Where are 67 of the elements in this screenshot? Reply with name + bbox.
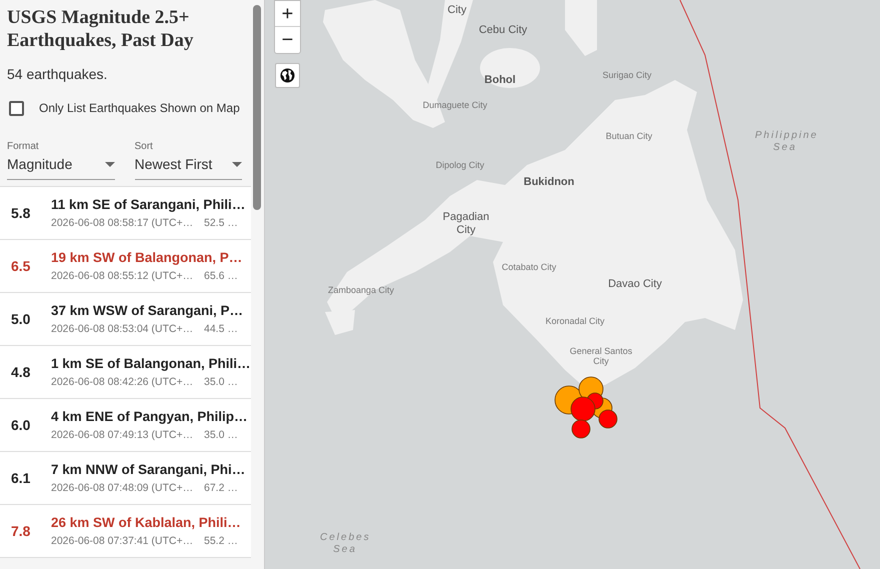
earthquake-row[interactable]: 5.8 11 km SE of Sarangani, Phili… 2026-06-08 08:58:17 (UTC+… 52.5 … [0,187,251,240]
map-label: Koronadal City [545,316,605,326]
earthquake-row[interactable]: 4.8 1 km SE of Balangonan, Phili… 2026-06-08 08:42:26 (UTC+… 35.0 … [0,346,251,399]
map-label: Zamboanga City [326,285,396,296]
map-label: Dipolog City [434,160,486,170]
map-label: Pagadian City [442,211,490,236]
depth-value: 67.2 … [204,480,238,496]
filter-checkbox[interactable] [9,100,24,116]
place-name: 37 km WSW of Sarangani, P… [51,302,244,320]
map-label: General Santos City [568,346,634,367]
magnitude-value: 4.8 [10,362,32,382]
earthquake-row[interactable]: 5.0 37 km WSW of Sarangani, P… 2026-06-08 08:53:04 (UTC+… 44.5 … [0,293,251,346]
place-name: 1 km SE of Balangonan, Phili… [51,354,251,373]
map-label: Surigao City [601,70,653,80]
magnitude-value: 6.0 [10,416,32,434]
map-label: Cebu City [478,24,528,37]
earthquake-row[interactable]: 6.0 4 km ENE of Pangyan, Philip… 2026-06-08 07:49:13 (UTC+… 35.0 … [0,399,251,452]
event-time: 2026-06-08 08:58:17 (UTC+… [51,216,194,231]
magnitude-value: 6.5 [10,256,32,276]
event-time: 2026-06-08 08:55:12 (UTC+… [51,268,194,284]
depth-value: 44.5 … [204,322,238,337]
earthquake-marker[interactable] [572,420,590,438]
event-time: 2026-06-08 08:42:26 (UTC+… [51,374,194,390]
depth-value: 65.6 … [204,268,238,284]
zoom-out-button[interactable]: − [275,27,300,53]
place-name: 7 km NNW of Sarangani, Phi… [51,460,246,479]
map-label: City [446,4,468,17]
earthquake-marker[interactable] [570,396,596,422]
map-label: Celebes Sea [320,532,370,555]
place-name: 26 km SW of Kablalan, Phili… [51,514,241,532]
map-label: Butuan City [604,131,654,142]
select-field[interactable]: Sort Newest First [134,139,242,180]
earthquake-row[interactable]: 6.5 19 km SW of Balangonan, P… 2026-06-08 08:55:12 (UTC+… 65.6 … [0,240,251,293]
dropdown-caret-icon [232,162,242,167]
globe-icon [280,68,295,83]
event-time: 2026-06-08 07:48:09 (UTC+… [51,480,194,496]
zoom-in-button[interactable]: + [275,1,300,27]
map-label: Philippine Sea [755,130,815,153]
depth-value: 52.5 … [204,216,238,231]
place-name: 11 km SE of Sarangani, Phili… [51,196,246,214]
filter-label[interactable]: Only List Earthquakes Shown on Map [39,99,240,117]
magnitude-value: 6.1 [10,468,32,488]
earthquake-row[interactable]: 7.8 26 km SW of Kablalan, Phili… 2026-06-08 07:37:41 (UTC+… 55.2 … [0,505,251,558]
place-name: 4 km ENE of Pangyan, Philip… [51,408,248,426]
event-time: 2026-06-08 07:49:13 (UTC+… [51,428,194,443]
earthquake-count: 54 earthquakes. [7,65,108,84]
map-label: Cotabato City [500,262,558,272]
event-time: 2026-06-08 07:37:41 (UTC+… [51,534,194,549]
globe-button[interactable] [275,63,300,88]
dropdown-caret-icon [104,162,114,167]
magnitude-value: 5.0 [10,310,32,328]
map-label: Davao City [607,278,663,291]
page-title: USGS Magnitude 2.5+ Earthquakes, Past Day [7,6,194,52]
select-field[interactable]: Format Magnitude [7,139,114,180]
depth-value: 55.2 … [204,534,238,549]
magnitude-value: 7.8 [10,522,32,540]
map-label: Bukidnon [522,176,576,189]
magnitude-value: 5.8 [10,204,32,222]
earthquake-marker[interactable] [598,410,618,428]
event-time: 2026-06-08 08:53:04 (UTC+… [51,322,194,337]
map-label: Bohol [483,74,517,87]
depth-value: 35.0 … [204,428,238,443]
place-name: 19 km SW of Balangonan, P… [51,248,242,267]
earthquake-row[interactable]: 6.1 7 km NNW of Sarangani, Phi… 2026-06-08 07:48:09 (UTC+… 67.2 … [0,452,251,505]
depth-value: 35.0 … [204,374,238,390]
scrollbar[interactable] [253,5,261,210]
map-label: Dumaguete City [422,100,488,110]
